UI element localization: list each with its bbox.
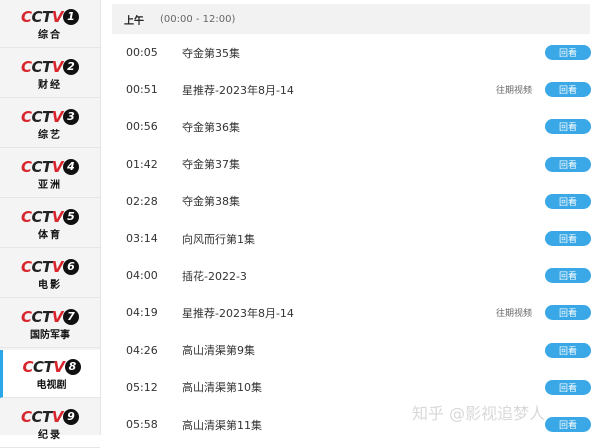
program-row: 00:51 星推荐-2023年8月-14 往期视频 回看 xyxy=(112,71,591,108)
channel-item-2[interactable]: CCTV 2 财经 xyxy=(0,50,100,98)
cctv-logo-icon: CCTV 5 体育 xyxy=(21,206,79,242)
past-video-tag[interactable]: 往期视频 xyxy=(496,83,532,96)
channel-name: 财经 xyxy=(38,79,62,91)
program-title[interactable]: 向风而行第1集 xyxy=(182,231,255,247)
cctv-logo-icon: CCTV 4 亚洲 xyxy=(21,156,79,192)
channel-name: 综艺 xyxy=(38,129,62,141)
logo-word: CCTV xyxy=(21,307,63,326)
channel-number: 8 xyxy=(64,358,81,375)
cctv-logo-icon: CCTV 6 电影 xyxy=(21,256,79,292)
program-row: 05:12 高山清渠第10集 回看 xyxy=(112,369,591,406)
logo-word: CCTV xyxy=(22,357,65,376)
program-row: 04:19 星推荐-2023年8月-14 往期视频 回看 xyxy=(112,294,591,331)
channel-name: 电影 xyxy=(38,279,62,291)
program-row: 03:14 向风而行第1集 回看 xyxy=(112,220,591,257)
logo-word: CCTV xyxy=(21,57,63,76)
program-title[interactable]: 高山清渠第9集 xyxy=(182,342,255,358)
channel-item-7[interactable]: CCTV 7 国防军事 xyxy=(0,300,100,348)
channel-item-3[interactable]: CCTV 3 综艺 xyxy=(0,100,100,148)
channel-item-8[interactable]: CCTV 8 电视剧 xyxy=(0,350,100,398)
channel-item-5[interactable]: CCTV 5 体育 xyxy=(0,200,100,248)
replay-button[interactable]: 回看 xyxy=(545,305,591,321)
replay-button[interactable]: 回看 xyxy=(545,342,591,358)
replay-button[interactable]: 回看 xyxy=(545,268,591,284)
program-title[interactable]: 夺金第36集 xyxy=(182,119,240,135)
program-time: 04:26 xyxy=(126,343,158,357)
period-header: 上午 (00:00 - 12:00) xyxy=(112,4,590,34)
channel-item-4[interactable]: CCTV 4 亚洲 xyxy=(0,150,100,198)
channel-item-1[interactable]: CCTV 1 综合 xyxy=(0,0,100,48)
program-row: 02:28 夺金第38集 回看 xyxy=(112,183,591,220)
program-row: 04:26 高山清渠第9集 回看 xyxy=(112,332,591,369)
program-time: 03:14 xyxy=(126,232,158,245)
channel-number: 4 xyxy=(63,158,79,175)
channel-name: 体育 xyxy=(38,229,62,241)
program-time: 04:00 xyxy=(126,269,158,283)
logo-word: CCTV xyxy=(21,107,63,126)
program-title[interactable]: 星推荐-2023年8月-14 xyxy=(182,305,294,321)
program-row: 00:56 夺金第36集 回看 xyxy=(112,108,591,145)
channel-number: 1 xyxy=(63,8,79,25)
program-title[interactable]: 星推荐-2023年8月-14 xyxy=(182,82,294,98)
channel-sidebar: CCTV 1 综合 CCTV 2 财经 CCTV 3 综艺 CCTV 4 亚洲 CCTV 5 体育 CCTV 6… xyxy=(0,0,101,448)
replay-button[interactable]: 回看 xyxy=(545,156,591,172)
channel-name: 纪录 xyxy=(38,429,62,441)
program-time: 04:19 xyxy=(126,306,158,320)
program-row: 04:00 插花-2022-3 回看 xyxy=(112,257,591,294)
channel-number: 3 xyxy=(63,108,79,125)
replay-button[interactable]: 回看 xyxy=(545,193,591,209)
period-label: 上午 xyxy=(124,15,144,27)
replay-button[interactable]: 回看 xyxy=(545,119,591,135)
program-title[interactable]: 高山清渠第10集 xyxy=(182,379,262,395)
program-time: 00:51 xyxy=(126,83,158,97)
cctv-logo-icon: CCTV 2 财经 xyxy=(21,56,79,92)
program-row: 00:05 夺金第35集 回看 xyxy=(112,34,591,71)
replay-button[interactable]: 回看 xyxy=(545,231,591,246)
program-time: 05:58 xyxy=(126,418,158,431)
period-range: (00:00 - 12:00) xyxy=(160,13,236,25)
channel-name: 电视剧 xyxy=(36,379,67,391)
program-title[interactable]: 插花-2022-3 xyxy=(182,268,247,284)
logo-word: CCTV xyxy=(21,157,63,176)
cctv-logo-icon: CCTV 7 国防军事 xyxy=(21,306,79,342)
channel-number: 6 xyxy=(63,258,79,275)
program-title[interactable]: 高山清渠第11集 xyxy=(182,417,262,433)
replay-button[interactable]: 回看 xyxy=(545,417,591,432)
channel-number: 5 xyxy=(63,208,79,225)
program-time: 02:28 xyxy=(126,194,158,208)
cctv-logo-icon: CCTV 8 电视剧 xyxy=(23,356,81,392)
cctv-logo-icon: CCTV 3 综艺 xyxy=(21,106,79,142)
program-time: 00:05 xyxy=(126,46,158,59)
replay-button[interactable]: 回看 xyxy=(545,45,591,60)
program-time: 00:56 xyxy=(126,120,158,134)
schedule-panel: 上午 (00:00 - 12:00) 00:05 夺金第35集 回看 00:51 星推荐… xyxy=(112,0,591,435)
program-time: 01:42 xyxy=(126,157,158,171)
past-video-tag[interactable]: 往期视频 xyxy=(496,306,532,319)
channel-name: 综合 xyxy=(38,29,62,41)
channel-number: 9 xyxy=(63,408,79,425)
program-row: 01:42 夺金第37集 回看 xyxy=(112,146,591,183)
logo-word: CCTV xyxy=(21,407,63,426)
cctv-logo-icon: CCTV 9 纪录 xyxy=(21,406,79,442)
replay-button[interactable]: 回看 xyxy=(545,379,591,395)
replay-button[interactable]: 回看 xyxy=(545,82,591,98)
logo-word: CCTV xyxy=(21,257,63,276)
logo-word: CCTV xyxy=(21,207,63,226)
channel-number: 2 xyxy=(63,58,79,75)
program-title[interactable]: 夺金第35集 xyxy=(182,45,240,61)
program-row: 05:58 高山清渠第11集 回看 xyxy=(112,406,591,443)
cctv-logo-icon: CCTV 1 综合 xyxy=(21,6,79,42)
program-time: 05:12 xyxy=(126,380,158,394)
logo-word: CCTV xyxy=(21,7,63,26)
channel-name: 亚洲 xyxy=(38,179,62,191)
channel-name: 国防军事 xyxy=(30,329,70,341)
program-title[interactable]: 夺金第38集 xyxy=(182,193,240,209)
channel-number: 7 xyxy=(63,308,79,325)
program-title[interactable]: 夺金第37集 xyxy=(182,156,240,172)
channel-item-9[interactable]: CCTV 9 纪录 xyxy=(0,400,100,448)
channel-item-6[interactable]: CCTV 6 电影 xyxy=(0,250,100,298)
